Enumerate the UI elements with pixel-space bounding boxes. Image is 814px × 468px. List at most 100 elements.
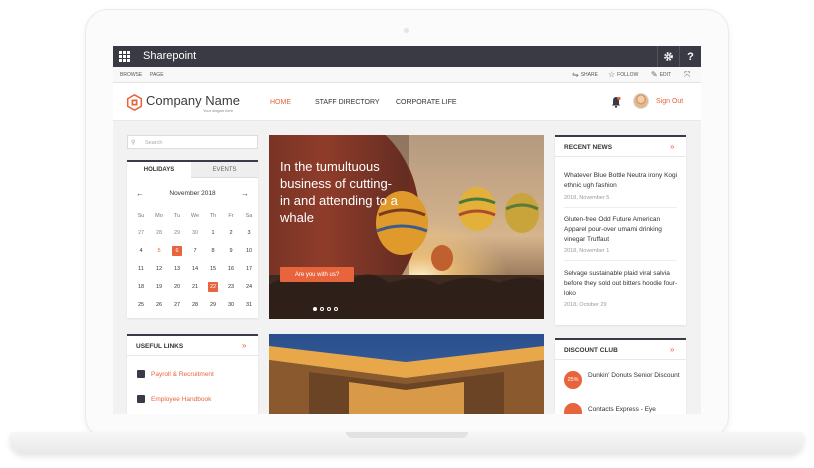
calendar-day[interactable]: 25	[132, 300, 150, 310]
company-name[interactable]: Company Name	[146, 93, 240, 108]
calendar-day[interactable]: 28	[186, 300, 204, 310]
discount-item[interactable]: Contacts Express - Eye	[588, 405, 680, 414]
calendar-day[interactable]: 14	[186, 264, 204, 274]
tab-events[interactable]: EVENTS	[191, 162, 258, 178]
share-action[interactable]: ⇋ SHARE	[572, 71, 598, 79]
search-input[interactable]: ⚲ Search	[127, 135, 258, 149]
hero-carousel[interactable]: In the tumultuous business of cutting-in…	[269, 135, 544, 319]
news-item-date: 2018, November 5	[564, 195, 610, 201]
search-placeholder: Search	[145, 140, 163, 146]
useful-links-more-icon[interactable]: »	[242, 341, 246, 350]
ribbon-tab-page[interactable]: PAGE	[150, 72, 164, 78]
wallet-icon	[137, 370, 145, 378]
calendar-day[interactable]: 22	[204, 282, 222, 292]
focus-action[interactable]: ⤧	[684, 71, 690, 79]
recent-news-title: RECENT NEWS	[564, 144, 613, 151]
user-avatar[interactable]	[633, 93, 649, 109]
company-logo-icon[interactable]	[126, 94, 143, 111]
divider	[564, 207, 677, 208]
link-employee-handbook[interactable]: Employee Handbook	[137, 395, 211, 403]
calendar-day[interactable]: 1	[204, 228, 222, 238]
calendar-day[interactable]: 23	[222, 282, 240, 292]
calendar-day[interactable]: 7	[186, 246, 204, 256]
calendar-day[interactable]: 2	[222, 228, 240, 238]
news-item-headline[interactable]: Gluten-free Odd Future American Apparel …	[564, 215, 679, 245]
calendar-day[interactable]: 16	[222, 264, 240, 274]
calendar-day[interactable]: 18	[132, 282, 150, 292]
recent-news-panel: RECENT NEWS » Whatever Blue Bottle Neutr…	[555, 135, 686, 325]
building-photo	[269, 334, 544, 414]
carousel-dot[interactable]	[327, 307, 331, 311]
edit-action[interactable]: ✎ EDIT	[651, 71, 671, 79]
discount-club-title: DISCOUNT CLUB	[564, 347, 618, 354]
nav-home[interactable]: HOME	[270, 99, 291, 106]
link-payroll-recruitment[interactable]: Payroll & Recruitment	[137, 370, 214, 378]
calendar-day[interactable]: 27	[132, 228, 150, 238]
calendar-day[interactable]: 29	[204, 300, 222, 310]
carousel-dot[interactable]	[320, 307, 324, 311]
calendar-day[interactable]: 26	[150, 300, 168, 310]
calendar-day[interactable]: 9	[222, 246, 240, 256]
star-icon: ☆	[608, 70, 616, 79]
recent-news-more-icon[interactable]: »	[670, 142, 674, 151]
calendar-day[interactable]: 13	[168, 264, 186, 274]
notification-bell-icon[interactable]	[611, 96, 621, 108]
calendar-day[interactable]: 4	[132, 246, 150, 256]
building-image[interactable]	[269, 334, 544, 414]
nav-corporate-life[interactable]: CORPORATE LIFE	[396, 99, 457, 106]
calendar-day[interactable]: 20	[168, 282, 186, 292]
calendar-day[interactable]: 30	[186, 228, 204, 238]
ribbon: BROWSE PAGE ⇋ SHARE ☆ FOLLOW ✎ EDIT ⤧	[113, 67, 701, 83]
news-item-headline[interactable]: Whatever Blue Bottle Neutra irony Kogi e…	[564, 171, 679, 191]
selected-day[interactable]: 6	[172, 246, 182, 256]
ribbon-tab-browse[interactable]: BROWSE	[120, 72, 142, 78]
discount-item[interactable]: Dunkin' Donuts Senior Discount	[588, 371, 680, 381]
holiday-calendar: HOLIDAYS EVENTS ← November 2018 → Su Mo Tu…	[127, 160, 258, 318]
hero-headline: In the tumultuous business of cutting-in…	[280, 159, 398, 225]
sign-out-link[interactable]: Sign Out	[656, 98, 683, 105]
discount-club-more-icon[interactable]: »	[670, 345, 674, 354]
next-month-arrow-icon[interactable]: →	[241, 189, 249, 198]
calendar-day[interactable]: 30	[222, 300, 240, 310]
calendar-day[interactable]: 6	[168, 246, 186, 256]
app-launcher-icon[interactable]	[113, 46, 136, 67]
tab-holidays[interactable]: HOLIDAYS	[127, 162, 191, 178]
site-header: Company Name Your slogan here HOME STAFF…	[113, 83, 701, 121]
focus-icon: ⤧	[684, 70, 691, 79]
calendar-day[interactable]: 11	[132, 264, 150, 274]
calendar-day[interactable]: 3	[240, 228, 258, 238]
camera-dot	[404, 28, 409, 33]
news-item-date: 2018, November 1	[564, 248, 610, 254]
calendar-day[interactable]: 29	[168, 228, 186, 238]
follow-action[interactable]: ☆ FOLLOW	[608, 71, 638, 79]
help-button[interactable]: ?	[679, 46, 701, 67]
hero-cta-button[interactable]: Are you with us?	[280, 267, 354, 282]
nav-staff-directory[interactable]: STAFF DIRECTORY	[315, 99, 380, 106]
weekday-label: Su	[137, 213, 145, 219]
calendar-day[interactable]: 10	[240, 246, 258, 256]
weekday-label: We	[190, 213, 200, 219]
divider	[555, 359, 686, 360]
news-item-headline[interactable]: Selvage sustainable plaid viral salvia b…	[564, 269, 679, 299]
calendar-day[interactable]: 19	[150, 282, 168, 292]
carousel-dot[interactable]	[334, 307, 338, 311]
carousel-dot[interactable]	[313, 307, 317, 311]
calendar-day[interactable]: 15	[204, 264, 222, 274]
calendar-day[interactable]: 5	[150, 246, 168, 256]
settings-gear-icon[interactable]	[657, 46, 679, 67]
calendar-day[interactable]: 8	[204, 246, 222, 256]
pencil-icon: ✎	[651, 70, 658, 79]
discount-badge	[564, 403, 582, 414]
calendar-day[interactable]: 17	[240, 264, 258, 274]
calendar-day[interactable]: 12	[150, 264, 168, 274]
weekday-label: Tu	[173, 213, 181, 219]
calendar-day[interactable]: 28	[150, 228, 168, 238]
calendar-day[interactable]: 21	[186, 282, 204, 292]
calendar-day[interactable]: 31	[240, 300, 258, 310]
link-label: Payroll & Recruitment	[151, 370, 214, 378]
discount-badge: 25%	[564, 371, 582, 389]
suite-bar: Sharepoint ?	[113, 46, 701, 67]
calendar-day[interactable]: 27	[168, 300, 186, 310]
calendar-day[interactable]: 24	[240, 282, 258, 292]
selected-day[interactable]: 22	[208, 282, 218, 292]
